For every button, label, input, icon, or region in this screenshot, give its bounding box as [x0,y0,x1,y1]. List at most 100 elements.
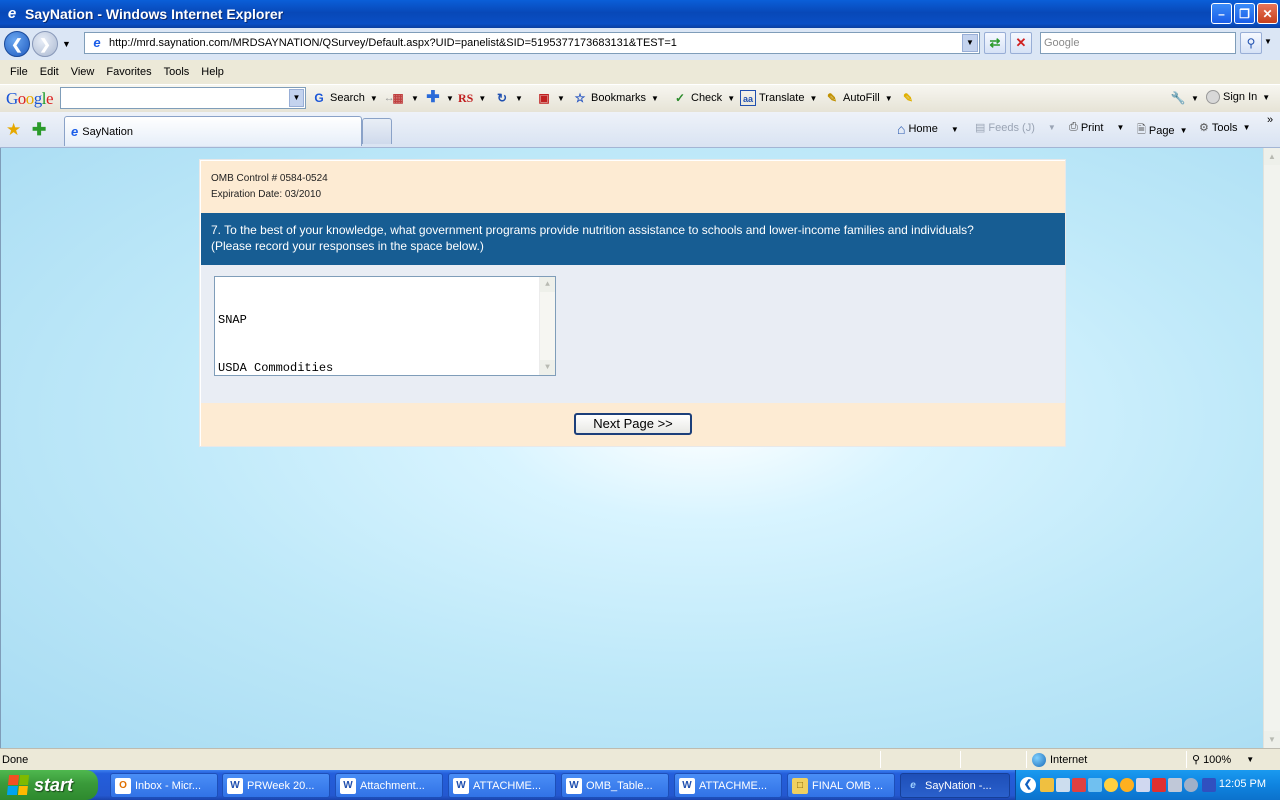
page-menu-button[interactable]: 🗎 Page ▼ [1137,121,1187,140]
zoom-dropdown-icon[interactable]: ▼ [1246,755,1254,764]
address-row: ❮ ❯ ▼ e http://mrd.saynation.com/MRDSAYN… [0,28,1280,60]
settings-button[interactable]: 🔧 ▼ [1170,90,1199,106]
textarea-scrollbar[interactable]: ▲ ▼ [539,277,555,375]
next-page-button[interactable]: Next Page >> [574,413,692,435]
clock[interactable]: 12:05 PM [1219,778,1266,790]
stop-button[interactable]: ✕ [1010,32,1032,54]
close-button[interactable]: ✕ [1257,3,1278,24]
taskbar-item-final-omb[interactable]: □ FINAL OMB ... [787,773,895,798]
tray-monitor-icon[interactable] [1168,778,1182,792]
answer-area: SNAP USDA Commodities ▲ ▼ [201,265,1065,403]
taskbar: start O Inbox - Micr... W PRWeek 20... W… [0,770,1280,800]
show-hidden-icons-icon[interactable]: ❮ [1020,777,1036,793]
search-options-dropdown[interactable]: ▼ [1264,37,1272,46]
back-button[interactable]: ❮ [4,31,30,57]
sign-in-button[interactable]: Sign In ▼ [1206,90,1270,104]
menu-favorites[interactable]: Favorites [100,66,157,78]
page-content: OMB Control # 0584-0524 Expiration Date:… [0,148,1280,748]
refresh-button[interactable]: ⇄ [984,32,1006,54]
tray-messenger-icon[interactable] [1104,778,1118,792]
tray-warning-icon[interactable] [1072,778,1086,792]
window-title: SayNation - Windows Internet Explorer [25,6,284,22]
recent-pages-dropdown[interactable]: ▼ [62,39,74,49]
answer-textarea[interactable]: SNAP USDA Commodities ▲ ▼ [214,276,556,376]
address-bar[interactable]: e http://mrd.saynation.com/MRDSAYNATION/… [84,32,980,54]
expiration-date: Expiration Date: 03/2010 [211,189,322,200]
scroll-down-arrow-icon[interactable]: ▼ [540,360,555,375]
print-button[interactable]: ⎙ Print ▼ [1069,121,1124,134]
menu-tools[interactable]: Tools [158,66,196,78]
google-search-input[interactable]: ▼ [60,87,306,109]
new-tab-button[interactable] [362,118,392,144]
chevron-more-icon[interactable]: » [1267,114,1273,126]
address-url[interactable]: http://mrd.saynation.com/MRDSAYNATION/QS… [109,37,677,49]
globe-icon [1032,753,1046,767]
rs-icon: RS [458,91,474,105]
forward-button[interactable]: ❯ [32,31,58,57]
taskbar-item-inbox[interactable]: O Inbox - Micr... [110,773,218,798]
bookmarks-button[interactable]: ☆ Bookmarks ▼ [572,90,659,106]
page-scrollbar[interactable]: ▲ ▼ [1263,148,1280,748]
home-dropdown-icon[interactable]: ▼ [951,125,959,134]
zoom-control[interactable]: ⚲ 100% ▼ [1192,753,1254,767]
restore-button[interactable]: ❐ [1234,3,1255,24]
share-button[interactable]: ↻ ▼ [494,90,523,106]
google-search-button[interactable]: G Search ▼ ↔ [311,90,394,106]
spellcheck-button[interactable]: ✓ Check ▼ [672,90,735,106]
word-doc-icon: W [340,777,356,794]
autofill-button[interactable]: ✎ AutoFill ▼ [824,90,893,106]
minimize-button[interactable]: – [1211,3,1232,24]
page-scroll-up-icon[interactable]: ▲ [1264,148,1280,165]
tray-chat-icon[interactable] [1120,778,1134,792]
taskbar-item-attachment[interactable]: W Attachment... [335,773,443,798]
google-search-label: Search [330,92,365,104]
menu-help[interactable]: Help [195,66,230,78]
favorites-star-icon[interactable]: ★ [6,120,21,140]
rss-button[interactable]: RS ▼ [458,90,486,106]
feeds-button[interactable]: ▤ Feeds (J) ▼ [975,121,1056,135]
search-icon[interactable]: ⚲ [1240,32,1262,54]
star-outline-icon: ☆ [574,91,586,105]
taskbar-item-saynation[interactable]: e SayNation -... [900,773,1010,798]
page-scroll-down-icon[interactable]: ▼ [1264,731,1280,748]
google-search-dropdown[interactable]: ▼ [289,89,304,107]
check-label: Check [691,92,723,104]
tray-network-2-icon[interactable] [1088,778,1102,792]
taskbar-item-attachme-2[interactable]: W ATTACHME... [674,773,782,798]
search-input[interactable]: Google [1040,32,1236,54]
print-dropdown-icon[interactable]: ▼ [1116,123,1124,132]
pagerank-button[interactable]: ▦ ▼ [390,90,419,106]
start-button[interactable]: start [0,770,98,800]
menu-file[interactable]: File [4,66,34,78]
tray-disk-icon[interactable] [1184,778,1198,792]
add-favorites-icon[interactable]: ✚ [32,120,46,140]
tray-flag-icon[interactable] [1152,778,1166,792]
taskbar-item-attachme-1[interactable]: W ATTACHME... [448,773,556,798]
printer-icon: ⎙ [1069,121,1078,133]
taskbar-item-label: ATTACHME... [473,779,542,792]
security-zone[interactable]: Internet [1032,753,1087,767]
scroll-up-arrow-icon[interactable]: ▲ [540,277,555,292]
translate-button[interactable]: aa Translate ▼ [740,90,817,106]
tray-network-icon[interactable] [1056,778,1070,792]
popup-blocker-button[interactable]: ▣ ▼ [536,90,565,106]
address-dropdown[interactable]: ▼ [962,34,978,52]
gear-icon: ⚙ [1199,122,1209,134]
taskbar-item-label: OMB_Table... [586,779,653,792]
feeds-dropdown-icon[interactable]: ▼ [1048,123,1056,132]
highlight-button[interactable]: ✎ [900,90,916,106]
translate-icon: aa [740,90,756,106]
home-button[interactable]: ⌂ Home ▼ [897,121,959,137]
taskbar-item-omb-table[interactable]: W OMB_Table... [561,773,669,798]
taskbar-item-label: SayNation -... [925,779,992,792]
add-button[interactable]: ✚ ▼ [425,90,454,106]
tab-saynation[interactable]: e SayNation [64,116,362,146]
page-dropdown-icon: ▼ [1179,126,1188,135]
menu-view[interactable]: View [65,66,101,78]
tools-menu-button[interactable]: ⚙ Tools ▼ [1199,121,1250,135]
tray-battery-icon[interactable] [1202,778,1216,792]
menu-edit[interactable]: Edit [34,66,65,78]
tray-app-icon[interactable] [1136,778,1150,792]
taskbar-item-prweek[interactable]: W PRWeek 20... [222,773,330,798]
tray-mail-icon[interactable] [1040,778,1054,792]
